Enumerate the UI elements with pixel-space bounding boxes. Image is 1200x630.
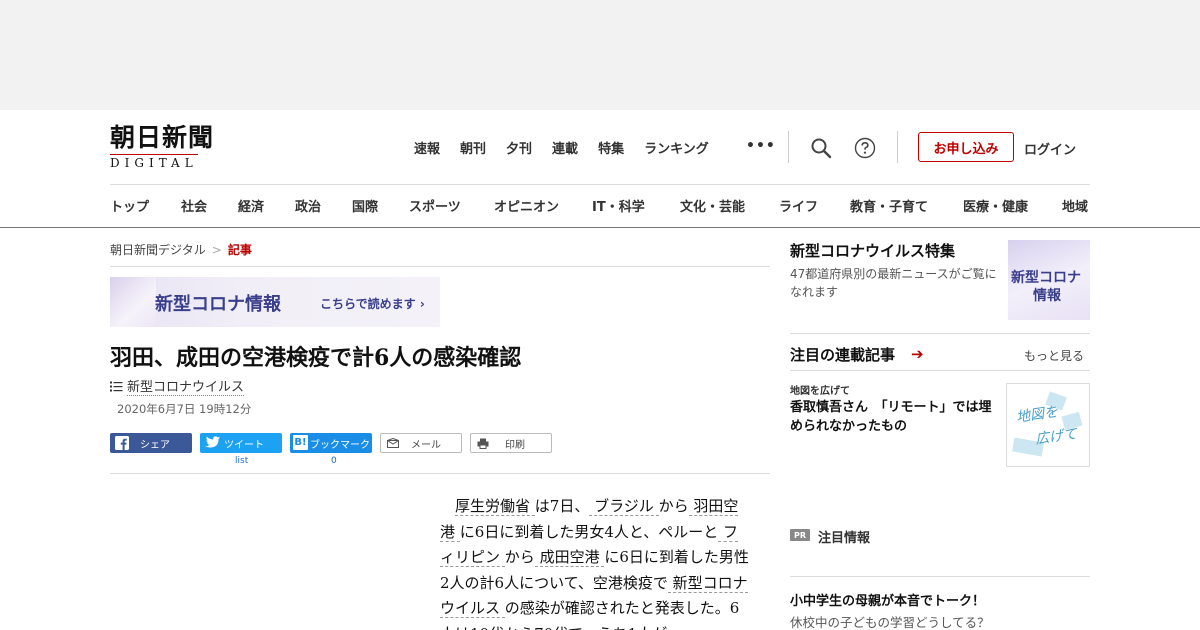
article-text: から bbox=[658, 497, 689, 515]
cat-politics[interactable]: 政治 bbox=[295, 196, 321, 215]
sidebar-corona-desc: 47都道府県別の最新ニュースがご覧になれます bbox=[790, 267, 997, 299]
cat-region[interactable]: 地域 bbox=[1062, 196, 1088, 215]
hatena-count[interactable]: 0 bbox=[331, 456, 337, 466]
logo-jp: 朝日新聞 bbox=[110, 123, 215, 152]
sidebar-divider bbox=[790, 370, 1090, 371]
sidebar-series-title[interactable]: 注目の連載記事 bbox=[790, 344, 895, 365]
article-keyword-link[interactable]: 厚生労働省 bbox=[455, 497, 535, 516]
twitter-count[interactable]: list bbox=[235, 456, 248, 466]
sidebar-divider bbox=[790, 333, 1090, 334]
corona-image-text: 情報 bbox=[1033, 288, 1061, 304]
header-divider-line bbox=[110, 184, 1090, 185]
tag-label: 新型コロナウイルス bbox=[127, 376, 245, 396]
global-nav: 速報 朝刊 夕刊 連載 特集 ランキング bbox=[414, 138, 729, 157]
article-text: から bbox=[504, 548, 535, 566]
hatena-bookmark-label: ブックマーク bbox=[310, 439, 370, 451]
header-divider bbox=[788, 131, 789, 163]
hatena-bookmark-button[interactable]: B! ブックマーク bbox=[290, 433, 372, 453]
gnav-item-morning[interactable]: 朝刊 bbox=[460, 138, 486, 157]
facebook-share-label: シェア bbox=[140, 439, 170, 451]
breadcrumb: 朝日新聞デジタル > 記事 bbox=[110, 241, 252, 258]
pr-article-sub: 休校中の子どもの学習どうしてる？ bbox=[790, 615, 990, 630]
breadcrumb-divider bbox=[110, 266, 770, 267]
cat-it-science[interactable]: IT・科学 bbox=[592, 196, 645, 215]
article-keyword-link[interactable]: ブラジル bbox=[589, 497, 659, 516]
twitter-icon bbox=[205, 436, 220, 448]
login-link[interactable]: ログイン bbox=[1024, 139, 1076, 158]
banner-link-label: こちらで読めます bbox=[320, 297, 416, 311]
cat-health[interactable]: 医療・健康 bbox=[963, 196, 1028, 215]
gnav-item-evening[interactable]: 夕刊 bbox=[506, 138, 532, 157]
thumb-text: 地図を bbox=[1015, 404, 1060, 426]
help-icon[interactable] bbox=[853, 136, 877, 160]
apply-button[interactable]: お申し込み bbox=[918, 132, 1014, 162]
share-divider bbox=[110, 473, 770, 474]
article-date: 2020年6月7日 19時12分 bbox=[117, 402, 252, 416]
mail-share-button[interactable]: メール bbox=[380, 433, 462, 453]
logo-en: DIGITAL bbox=[110, 154, 198, 170]
cat-education[interactable]: 教育・子育て bbox=[850, 196, 928, 215]
facebook-share-button[interactable]: シェア bbox=[110, 433, 192, 453]
twitter-share-button[interactable]: ツイート bbox=[200, 433, 282, 453]
article-headline: 羽田、成田の空港検疫で計6人の感染確認 bbox=[110, 345, 522, 371]
gnav-item-flash[interactable]: 速報 bbox=[414, 138, 440, 157]
cat-economy[interactable]: 経済 bbox=[238, 196, 264, 215]
series-thumbnail[interactable]: 地図を 広げて bbox=[1006, 383, 1090, 467]
pr-article-link[interactable]: 小中学生の母親が本音でトーク！ bbox=[790, 590, 985, 609]
arrow-right-icon: ➔ bbox=[911, 345, 924, 363]
series-kicker: 地図を広げて bbox=[790, 386, 850, 397]
search-icon[interactable] bbox=[809, 136, 833, 160]
see-more-link[interactable]: もっと見る bbox=[1024, 347, 1084, 364]
sidebar-divider bbox=[790, 576, 1090, 577]
twitter-share-label: ツイート bbox=[224, 439, 264, 451]
article-text: は7日、 bbox=[534, 497, 590, 515]
banner-title: 新型コロナ情報 bbox=[155, 294, 281, 315]
more-menu-icon[interactable]: ••• bbox=[746, 138, 776, 154]
top-ad-area bbox=[0, 0, 1200, 110]
cat-culture[interactable]: 文化・芸能 bbox=[680, 196, 745, 215]
header-divider bbox=[897, 131, 898, 163]
article-keyword-link[interactable]: 成田空港 bbox=[534, 548, 605, 567]
gnav-item-ranking[interactable]: ランキング bbox=[644, 138, 709, 157]
cat-society[interactable]: 社会 bbox=[181, 196, 207, 215]
printer-icon bbox=[477, 438, 489, 449]
article-tag[interactable]: 新型コロナウイルス bbox=[110, 376, 245, 396]
corona-image-text: 新型コロナ bbox=[1011, 270, 1081, 286]
sidebar-corona-image[interactable]: 新型コロナ 情報 bbox=[1008, 240, 1090, 320]
series-article-link[interactable]: 香取慎吾さん 「リモート」では埋められなかったもの bbox=[790, 398, 1002, 436]
nav-bottom-border bbox=[0, 227, 1200, 228]
banner-link: こちらで読めます › bbox=[320, 295, 425, 312]
pr-section-title: 注目情報 bbox=[818, 531, 871, 546]
breadcrumb-separator: > bbox=[211, 243, 222, 257]
print-button[interactable]: 印刷 bbox=[470, 433, 552, 453]
gnav-item-feature[interactable]: 特集 bbox=[598, 138, 624, 157]
sidebar-corona-title[interactable]: 新型コロナウイルス特集 bbox=[790, 240, 955, 261]
article-paragraph: 厚生労働省 は7日、 ブラジル から 羽田空港 に6日に到着した男女4人と、ペル… bbox=[440, 494, 752, 630]
cat-top[interactable]: トップ bbox=[110, 196, 149, 215]
chevron-right-icon: › bbox=[419, 297, 425, 311]
article-text: に6日に到着した男女4人と、ペルーと bbox=[459, 522, 719, 541]
hatena-icon: B! bbox=[293, 435, 308, 450]
breadcrumb-current: 記事 bbox=[227, 243, 252, 257]
cat-international[interactable]: 国際 bbox=[352, 196, 378, 215]
cat-sports[interactable]: スポーツ bbox=[409, 196, 461, 215]
mail-share-label: メール bbox=[411, 439, 441, 451]
gnav-item-series[interactable]: 連載 bbox=[552, 138, 578, 157]
print-label: 印刷 bbox=[505, 439, 525, 451]
cat-opinion[interactable]: オピニオン bbox=[494, 196, 559, 215]
pr-badge: PR bbox=[790, 529, 810, 541]
corona-info-banner[interactable]: 新型コロナ情報 こちらで読めます › bbox=[110, 277, 440, 327]
article-body: 厚生労働省 は7日、 ブラジル から 羽田空港 に6日に到着した男女4人と、ペル… bbox=[440, 494, 752, 630]
banner-decoration bbox=[110, 277, 156, 327]
thumb-text: 広げて bbox=[1034, 426, 1079, 448]
breadcrumb-home[interactable]: 朝日新聞デジタル bbox=[110, 243, 206, 257]
mail-icon bbox=[387, 438, 399, 448]
site-logo[interactable]: 朝日新聞 DIGITAL bbox=[110, 123, 242, 170]
facebook-icon bbox=[115, 436, 129, 450]
list-icon bbox=[110, 381, 123, 391]
cat-life[interactable]: ライフ bbox=[779, 196, 818, 215]
